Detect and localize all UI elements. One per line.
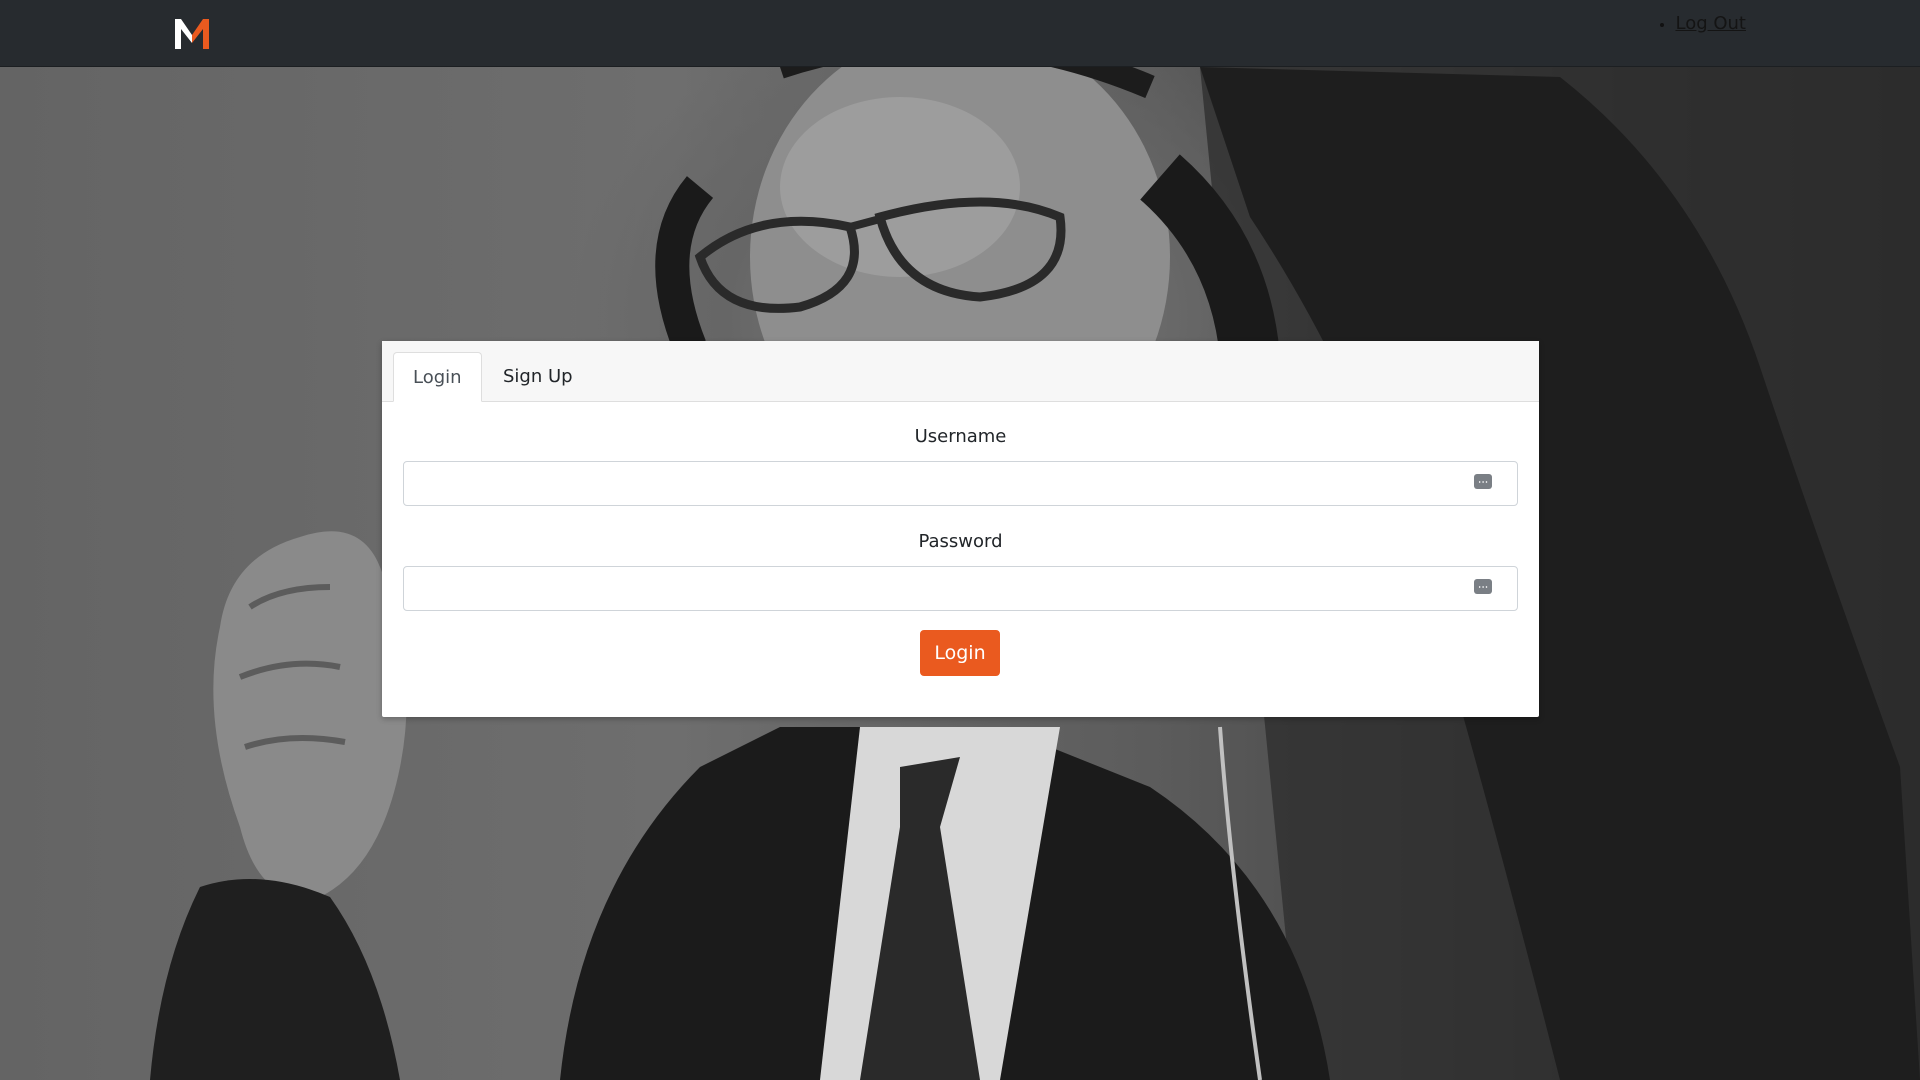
autofill-key-icon[interactable] [1474, 579, 1492, 594]
login-button[interactable]: Login [920, 630, 1000, 676]
brand-logo[interactable] [173, 15, 211, 51]
password-label: Password [918, 531, 1003, 552]
auth-card: Login Sign Up Username Password Login [382, 341, 1539, 717]
tab-login[interactable]: Login [393, 352, 482, 402]
auth-tabs-header: Login Sign Up [382, 341, 1539, 402]
tab-sign-up[interactable]: Sign Up [484, 352, 592, 402]
nav-links: Log Out [1675, 13, 1746, 34]
autofill-key-icon[interactable] [1474, 474, 1492, 489]
username-input[interactable] [403, 461, 1518, 506]
password-input[interactable] [403, 566, 1518, 611]
username-label: Username [914, 426, 1007, 447]
nav-item-logout: Log Out [1675, 13, 1746, 34]
top-navbar: Log Out [0, 0, 1920, 67]
logout-link[interactable]: Log Out [1675, 13, 1746, 34]
